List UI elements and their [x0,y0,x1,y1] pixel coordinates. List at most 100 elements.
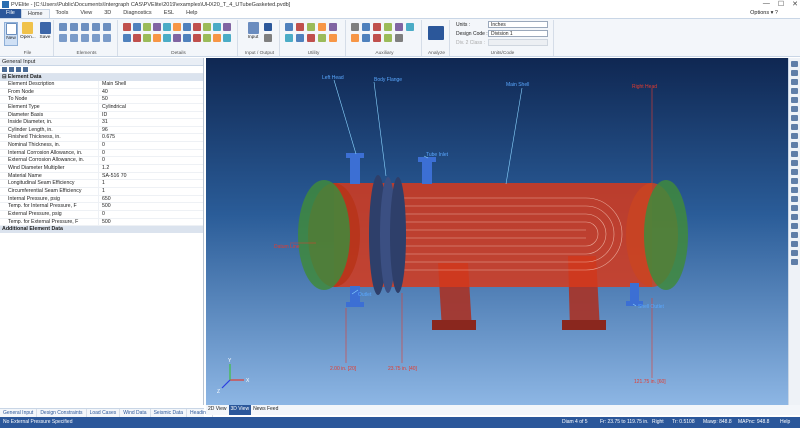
tab-file[interactable]: File [0,9,21,18]
property-value[interactable]: 0 [99,142,203,149]
delete-element-icon[interactable] [103,34,111,42]
material-icon[interactable] [307,23,315,31]
tubesheet-icon[interactable] [123,34,131,42]
print-view-icon[interactable] [791,241,798,247]
property-value[interactable]: 0 [99,150,203,157]
property-value[interactable]: Main Shell [99,81,203,88]
baffle-icon[interactable] [223,34,231,42]
property-row[interactable]: Material Name SA-516 70 [0,172,203,181]
labels-toggle-icon[interactable] [791,196,798,202]
body-flange-icon[interactable] [70,34,78,42]
lifting-lug-icon[interactable] [173,34,181,42]
solid-icon[interactable] [791,178,798,184]
tab-help[interactable]: Help [180,9,203,18]
maximize-button[interactable]: ☐ [778,0,784,8]
top-view-icon[interactable] [791,124,798,130]
property-row[interactable]: Longitudinal Seam Efficiency 1 [0,180,203,188]
save-image-icon[interactable] [791,250,798,256]
platform-detail-icon[interactable] [163,23,171,31]
property-row[interactable]: External Pressure, psig 0 [0,210,203,219]
aux-tool-4-icon[interactable] [384,23,392,31]
wireframe-icon[interactable] [791,169,798,175]
rotate-icon[interactable] [791,97,798,103]
aux-tool-6-icon[interactable] [406,23,414,31]
new-button[interactable]: New [4,22,18,46]
property-value[interactable]: 500 [99,219,203,226]
vessel-support-icon[interactable] [203,34,211,42]
select-icon[interactable] [791,223,798,229]
property-row[interactable]: Element Description Main Shell [0,81,203,89]
options-menu[interactable]: Options ▾ ? [750,9,778,18]
aux-tool-8-icon[interactable] [362,34,370,42]
nozzle-detail-icon[interactable] [123,23,131,31]
iso-view-icon[interactable] [791,160,798,166]
input-button[interactable]: Input [246,22,260,46]
property-value[interactable]: 1 [99,188,203,195]
property-row[interactable]: Diameter Basis ID [0,111,203,120]
insulation-detail-icon[interactable] [223,23,231,31]
property-row[interactable]: Temp. for External Pressure, F 500 [0,218,203,227]
tab-diagnostics[interactable]: Diagnostics [117,9,157,18]
minimize-button[interactable]: — [763,0,770,8]
halfpipe-icon[interactable] [133,34,141,42]
property-row[interactable]: To Node 50 [0,96,203,104]
ring-detail-icon[interactable] [143,23,151,31]
aux-tool-2-icon[interactable] [362,23,370,31]
aux-tool-11-icon[interactable] [395,34,403,42]
tab-home[interactable]: Home [20,9,50,18]
element-data-section[interactable]: ⊟ Element Data [0,74,203,81]
cylinder-element-icon[interactable] [59,23,67,31]
property-row[interactable]: From Node 40 [0,88,203,97]
additional-element-data-section[interactable]: Additional Element Data [0,226,203,234]
property-row[interactable]: Internal Corrosion Allowance, in. 0 [0,149,203,158]
property-value[interactable]: 1 [99,180,203,187]
calculator-icon[interactable] [285,23,293,31]
analyze-icon[interactable] [428,26,444,40]
find-icon[interactable] [285,34,293,42]
check-icon[interactable] [318,34,326,42]
units-select[interactable]: Inches [488,21,548,28]
last-element-icon[interactable] [23,67,28,72]
property-row[interactable]: Finished Thickness, in. 0.675 [0,134,203,143]
tab-2d-view[interactable]: 2D View [206,405,229,415]
previous-element-icon[interactable] [9,67,14,72]
property-value[interactable]: 650 [99,196,203,203]
property-row[interactable]: Wind Diameter Multiplier 1.2 [0,165,203,173]
bottom-view-icon[interactable] [791,133,798,139]
lug-detail-icon[interactable] [193,23,201,31]
export-icon[interactable] [329,34,337,42]
property-row[interactable]: Circumferential Seam Efficiency 1 [0,187,203,196]
flange-detail-icon[interactable] [193,34,201,42]
aux-tool-9-icon[interactable] [373,34,381,42]
first-element-icon[interactable] [2,67,7,72]
property-row[interactable]: Inside Diameter, in. 31 [0,119,203,127]
tab-general-input[interactable]: General Input [0,409,38,417]
flange-calc-icon[interactable] [296,23,304,31]
close-button[interactable]: ✕ [792,0,798,8]
reset-view-icon[interactable] [791,259,798,265]
aux-tool-7-icon[interactable] [351,34,359,42]
tab-design-constraints[interactable]: Design Constraints [37,409,87,417]
property-row[interactable]: Nominal Thickness, in. 0 [0,142,203,150]
zoom-extents-icon[interactable] [791,79,798,85]
property-value[interactable]: Cylindrical [99,104,203,111]
tab-esl[interactable]: ESL [158,9,180,18]
property-value[interactable]: 31 [99,119,203,126]
tab-news-feed[interactable]: News Feed [251,405,280,415]
property-value[interactable]: 0 [99,157,203,164]
tab-3d-view[interactable]: 3D View [228,405,252,415]
tab-view[interactable]: View [74,9,98,18]
property-row[interactable]: Temp. for Internal Pressure, F 500 [0,203,203,211]
open-button[interactable]: Open... [20,22,36,46]
lining-icon[interactable] [143,34,151,42]
jacket-icon[interactable] [183,34,191,42]
status-help[interactable]: Help [780,417,790,428]
output-icon[interactable] [264,23,272,31]
expansion-joint-icon[interactable] [213,34,221,42]
ladder-detail-icon[interactable] [173,23,181,31]
zoom-out-icon[interactable] [791,70,798,76]
tab-wind-data[interactable]: Wind Data [120,409,151,417]
right-view-icon[interactable] [791,151,798,157]
property-value[interactable]: 0.675 [99,134,203,141]
aux-tool-10-icon[interactable] [384,34,392,42]
